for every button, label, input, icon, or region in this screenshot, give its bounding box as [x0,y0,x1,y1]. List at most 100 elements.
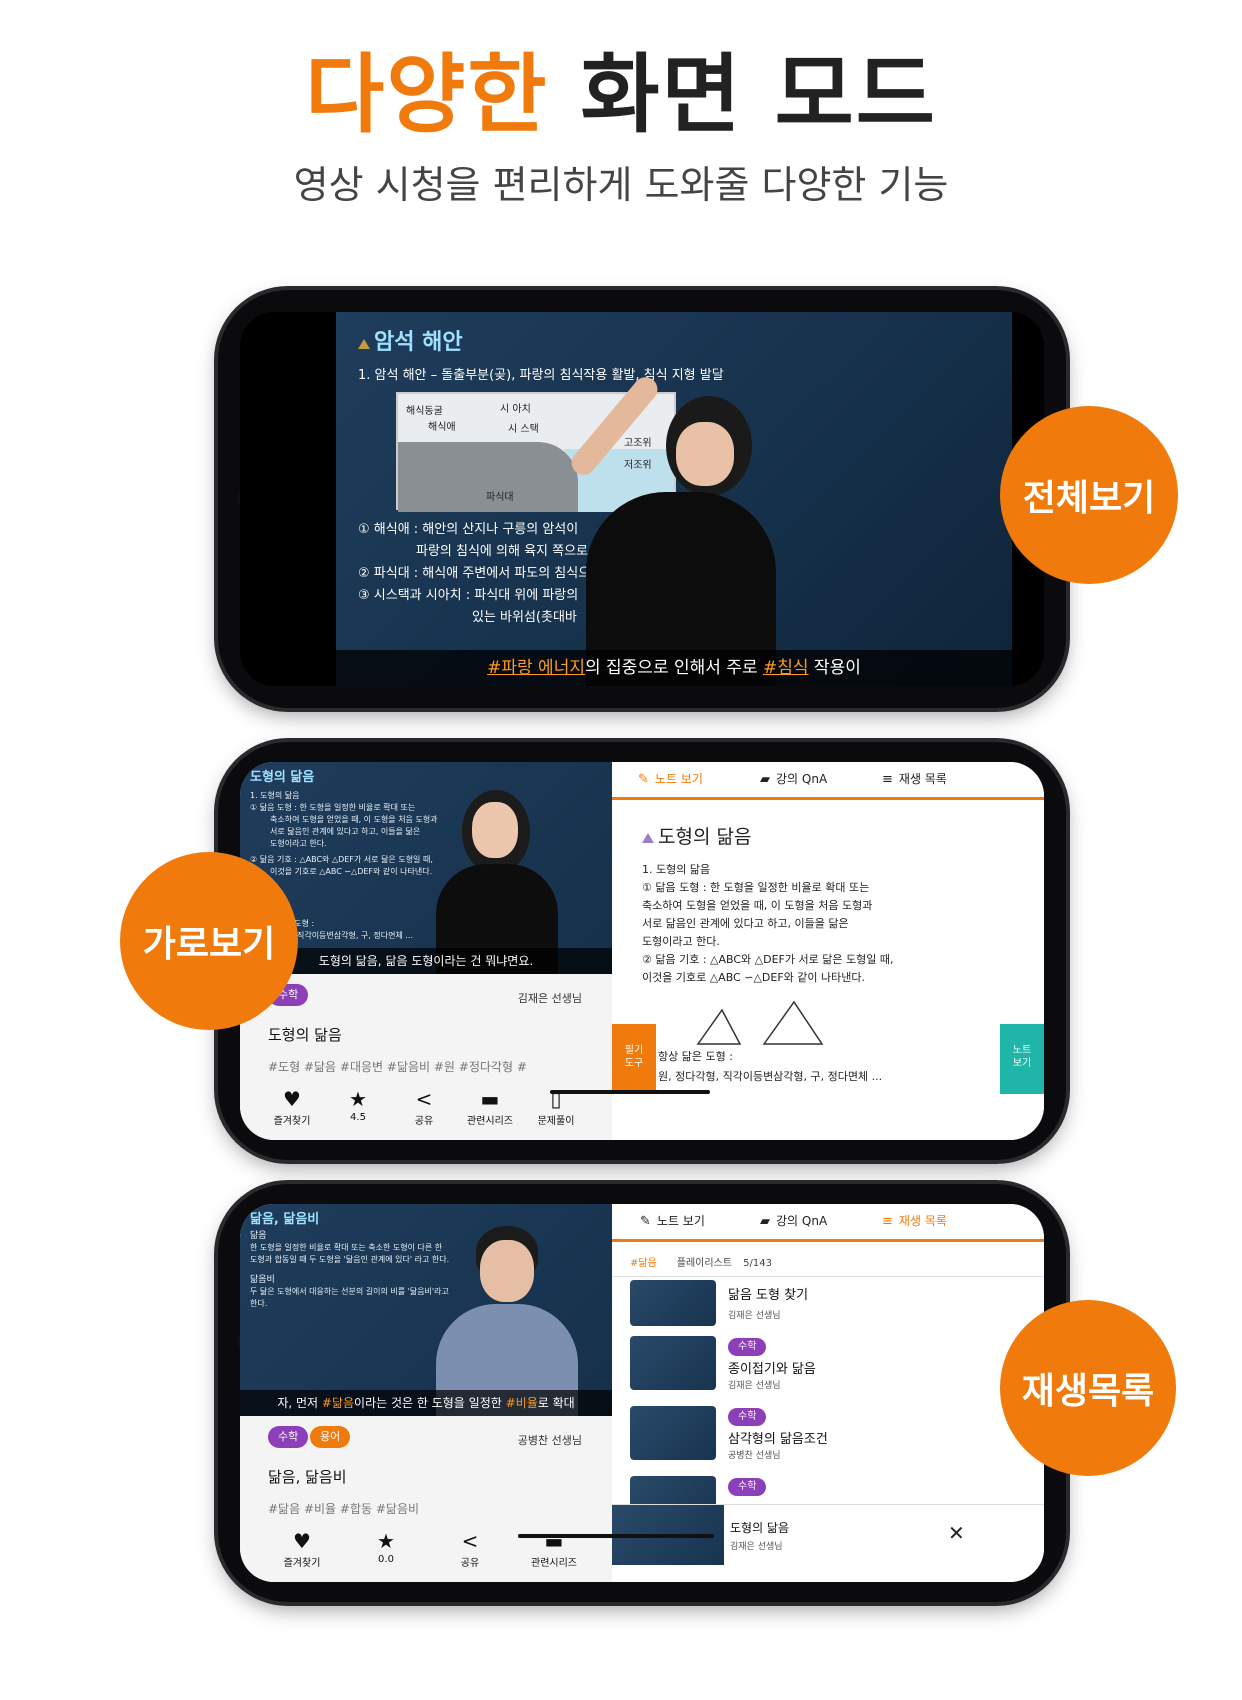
tab-note[interactable]: ✎ 노트 보기 [640,1204,705,1239]
related-series-button[interactable]: ▬ 관련시리즈 [458,1086,522,1127]
lecture-point: 파랑의 침식에 의해 육지 쪽으로 후퇴 [416,544,617,559]
subtitle-text: 작용이 [808,658,861,678]
playlist-item[interactable]: 수학 삼각형의 닮음조건 공병찬 선생님 [630,1406,1030,1470]
playlist-item-teacher: 김재은 선생님 [728,1311,781,1321]
divider [612,1276,1044,1277]
star-icon: ★ [349,1087,367,1111]
tab-playlist[interactable]: ≡ 재생 목록 [882,762,947,797]
action-label: 관련시리즈 [467,1116,513,1127]
teacher-face [472,802,518,858]
lecture-video[interactable]: 닮음, 닮음비 닮음 한 도형을 일정한 비율로 확대 또는 축소한 도형이 다… [240,1204,612,1416]
heart-icon: ♥ [283,1087,301,1111]
video-line: ② 닮음 기호 : △ABC와 △DEF가 서로 닮은 도형일 때, [250,855,433,864]
video-line: 닮음 [250,1231,267,1241]
video-line: 닮음비 [250,1275,275,1285]
subtitle-hashtag[interactable]: #비율 [506,1396,538,1410]
tab-note[interactable]: ✎ 노트 보기 [638,762,703,797]
playlist-label: 플레이리스트 [676,1258,732,1269]
video-line: 서로 닮음인 관계에 있다고 하고, 이들을 닮은 [270,827,421,836]
favorite-button[interactable]: ♥ 즐겨찾기 [270,1528,334,1569]
subtitle-hashtag[interactable]: #닮음 [322,1396,354,1410]
lesson-tags[interactable]: #도형 #닮음 #대응변 #닮음비 #원 #정다각형 # [268,1058,527,1075]
chat-icon: ▰ [760,772,770,787]
note-edit-icon: ✎ [640,1214,651,1229]
playlist-thumbnail [630,1336,716,1390]
subtitle-hashtag[interactable]: #파랑 에너지 [487,658,585,678]
playlist-thumbnail [630,1280,716,1326]
share-button[interactable]: < 공유 [392,1086,456,1127]
note-line: 원, 정다각형, 직각이등변삼각형, 구, 정다면체 ... [658,1070,883,1083]
chat-icon: ▰ [760,1214,770,1229]
note-view-button[interactable]: 노트보기 [1000,1024,1044,1094]
diagram-label: 해식동굴 [406,406,443,417]
video-line: 이것을 기호로 △ABC ∽△DEF와 같이 나타낸다. [270,867,433,876]
mini-player-teacher: 김재은 선생님 [730,1542,783,1552]
diagram-label: 시 스택 [508,424,539,435]
playlist-hashtag[interactable]: #닮음 [630,1258,657,1269]
teacher-name: 공병찬 선생님 [517,1434,582,1447]
writing-tool-button[interactable]: 필기 도구 [612,1024,656,1094]
video-line: 도형이라고 한다. [270,839,327,848]
subtitle-hashtag[interactable]: #침식 [763,658,809,678]
playlist-item-title: 종이접기와 닮음 [728,1362,816,1377]
phone-playlist: 닮음, 닮음비 닮음 한 도형을 일정한 비율로 확대 또는 축소한 도형이 다… [218,1184,1066,1602]
playlist-icon: ≡ [882,772,893,787]
lesson-info: 수학 김재은 선생님 도형의 닮음 #도형 #닮음 #대응변 #닮음비 #원 #… [240,974,612,1140]
subject-badge: 수학 [728,1408,767,1426]
lecture-point: ③ 시스택과 시아치 : 파식대 위에 파랑의 [358,588,579,603]
diagram-label: 고조위 [624,438,652,449]
home-indicator[interactable] [518,1534,714,1538]
lecture-point: ② 파식대 : 해식애 주변에서 파도의 침식으로 [358,566,603,581]
hero-title-accent: 다양한 [305,45,549,145]
tab-playlist[interactable]: ≡ 재생 목록 [882,1204,947,1239]
badge-landscape: 가로보기 [120,852,298,1030]
action-label: 공유 [460,1558,480,1569]
badge-fullscreen: 전체보기 [1000,406,1178,584]
favorite-button[interactable]: ♥ 즐겨찾기 [260,1086,324,1127]
phone-screen-fullscreen[interactable]: 암석 해안 1. 암석 해안 – 돌출부분(곶), 파랑의 침식작용 활발, 침… [240,312,1044,686]
note-line: 이것을 기호로 △ABC ∽△DEF와 같이 나타낸다. [642,971,865,984]
playlist-thumbnail [630,1406,716,1460]
rating-button[interactable]: ★ 4.5 [326,1086,390,1123]
phone-screen-landscape[interactable]: 도형의 닮음 1. 도형의 닮음 ① 닮음 도형 : 한 도형을 일정한 비율로… [240,762,1044,1140]
note-line: ② 닮음 기호 : △ABC와 △DEF가 서로 닮은 도형일 때, [642,953,894,966]
tab-label: 노트 보기 [656,1214,705,1228]
lecture-video-fullscreen[interactable]: 암석 해안 1. 암석 해안 – 돌출부분(곶), 파랑의 침식작용 활발, 침… [336,312,1012,686]
video-subtitle: #파랑 에너지의 집중으로 인해서 주로 #침식 작용이 [336,650,1012,686]
phone-fullscreen: 암석 해안 1. 암석 해안 – 돌출부분(곶), 파랑의 침식작용 활발, 침… [218,290,1066,708]
note-title: 도형의 닮음 [642,822,1002,849]
share-button[interactable]: < 공유 [438,1528,502,1569]
action-label: 0.0 [378,1554,394,1565]
playlist-item[interactable]: 닮음 도형 찾기 김재은 선생님 [630,1280,1030,1344]
home-indicator[interactable] [550,1090,710,1094]
button-label: 보기 [1012,1058,1032,1069]
lesson-tags[interactable]: #닮음 #비율 #합동 #닮음비 [268,1500,419,1517]
tab-label: 노트 보기 [654,772,703,786]
video-line: ① 닮음 도형 : 한 도형을 일정한 비율로 확대 또는 [250,803,416,812]
video-lecture-title: 도형의 닮음 [250,770,315,785]
video-subtitle: 자, 먼저 #닮음이라는 것은 한 도형을 일정한 #비율로 확대 [240,1390,612,1416]
diagram-label: 해식애 [428,422,456,433]
button-label: 필기 [624,1045,644,1056]
playlist-item-title: 닮음 도형 찾기 [728,1288,809,1303]
tab-qna[interactable]: ▰ 강의 QnA [760,762,827,797]
subject-badge[interactable]: 수학 [268,1426,309,1448]
folder-icon: ▬ [480,1087,500,1111]
playlist-item[interactable]: 수학 종이접기와 닮음 김재은 선생님 [630,1336,1030,1400]
video-line: 두 닮은 도형에서 대응하는 선분의 길이의 비를 '닮음비'라고 [250,1287,449,1296]
side-panel: ✎ 노트 보기 ▰ 강의 QnA ≡ 재생 목록 도형의 닮음 1. 도형의 닮음 ①… [612,762,1044,1140]
phone-screen-playlist[interactable]: 닮음, 닮음비 닮음 한 도형을 일정한 비율로 확대 또는 축소한 도형이 다… [240,1204,1044,1582]
playlist-count: 5/143 [743,1258,772,1269]
tab-qna[interactable]: ▰ 강의 QnA [760,1204,827,1239]
tab-label: 재생 목록 [898,1214,947,1228]
lecture-title: 암석 해안 [358,324,463,356]
diagram-label: 저조위 [624,460,652,471]
rating-button[interactable]: ★ 0.0 [354,1528,418,1565]
note-line: 축소하여 도형을 얻었을 때, 이 도형을 처음 도형과 [642,899,873,912]
action-label: 문제풀이 [537,1116,575,1127]
term-badge[interactable]: 용어 [310,1426,351,1448]
playlist-item[interactable]: 수학 [630,1476,1030,1504]
close-icon[interactable]: ✕ [948,1521,965,1545]
button-label: 노트 [1012,1045,1032,1056]
video-line: 한 도형을 일정한 비율로 확대 또는 축소한 도형이 다른 한 [250,1243,443,1252]
